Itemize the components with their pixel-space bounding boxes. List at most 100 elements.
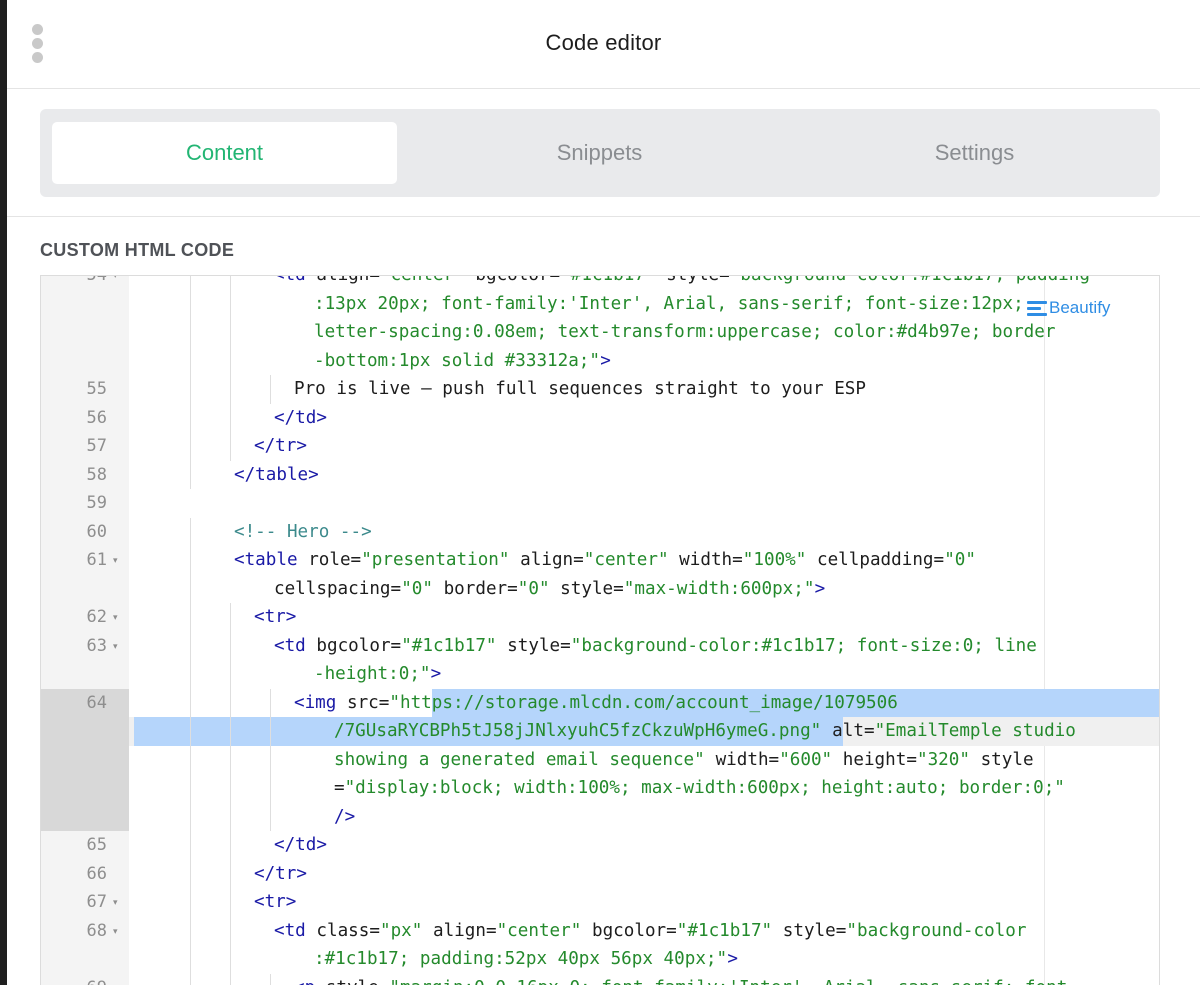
indent-guide — [190, 859, 191, 888]
beautify-button[interactable]: Beautify — [1027, 298, 1110, 318]
code-line: 67 ▾ <tr> — [41, 888, 1159, 917]
code-token: "display:block; width:100%; max-width:60… — [344, 778, 1065, 798]
code-token: </td> — [274, 835, 327, 855]
indent-guide — [190, 432, 191, 461]
code-line: -bottom:1px solid #33312a;" > — [41, 346, 1159, 375]
code-token: > — [727, 949, 738, 969]
indent-guide — [230, 660, 231, 689]
fold-arrow-icon[interactable]: ▾ — [113, 632, 118, 661]
tab-settings[interactable]: Settings — [802, 122, 1147, 184]
code-token: :#1c1b17; padding:52px 40px 56px 40px;" — [314, 949, 728, 969]
indent-guide — [270, 717, 271, 746]
indent-guide — [190, 945, 191, 974]
code-token: "margin:0 0 16px 0; font-family:'Inter',… — [389, 974, 1078, 985]
indent-guide — [190, 318, 191, 347]
code-line: /7GUsaRYCBPh5tJ58jJNlxyuhC5fzCkzuWpH6yme… — [41, 717, 1159, 746]
indent-guide — [230, 831, 231, 860]
tab-content[interactable]: Content — [52, 122, 397, 184]
line-number: 65 — [86, 835, 107, 855]
indent-guide — [190, 916, 191, 945]
code-token: -bottom:1px solid #33312a;" — [314, 350, 600, 371]
code-token: "https://storage.mlcdn.com/account_image… — [389, 692, 898, 713]
code-token: /7GUsaRYCBPh5tJ58jJNlxyuhC5fzCkzuWpH6yme… — [334, 721, 822, 741]
code-line: 56 </td> — [41, 403, 1159, 432]
indent-guide — [190, 888, 191, 917]
tab-bar: Content Snippets Settings — [40, 109, 1160, 197]
section-label: CUSTOM HTML CODE — [40, 240, 235, 260]
code-line: showing a generated email sequence" widt… — [41, 745, 1159, 774]
code-line: 64 <img src= "https://storage.mlcdn.com/ac… — [41, 688, 1159, 717]
code-token: "100%" — [742, 550, 807, 570]
indent-guide — [190, 546, 191, 575]
code-token: "#1c1b17" — [401, 635, 497, 656]
divider — [7, 216, 1200, 217]
code-token: > — [430, 664, 442, 684]
line-number: 60 — [86, 521, 107, 542]
code-line: -height:0;" > — [41, 660, 1159, 689]
indent-guide — [230, 289, 231, 318]
code-line: 59 — [41, 489, 1159, 518]
line-number: 57 — [86, 436, 107, 456]
indent-guide — [190, 631, 191, 660]
indent-guide — [230, 603, 231, 632]
indent-guide — [190, 774, 191, 803]
indent-guide — [270, 774, 271, 803]
code-line: :#1c1b17; padding:52px 40px 56px 40px;" > — [41, 945, 1159, 974]
indent-guide — [230, 432, 231, 461]
indent-guide — [190, 346, 191, 375]
fold-arrow-icon[interactable]: ▾ — [113, 603, 118, 632]
code-token: </tr> — [254, 436, 307, 456]
code-token: cellpadding= — [806, 550, 945, 570]
code-token: align= — [316, 275, 380, 285]
code-token: "background-color:#1c1b17; padding — [729, 275, 1090, 285]
code-token: "EmailTemple studio — [874, 721, 1076, 741]
code-token: <table — [234, 550, 309, 570]
code-token: style= — [655, 275, 730, 285]
code-token: bgcolor= — [464, 275, 561, 285]
code-token: /> — [334, 806, 356, 827]
indent-guide — [230, 745, 231, 774]
code-token: style — [970, 749, 1034, 770]
indent-guide — [230, 888, 231, 917]
code-token: letter-spacing:0.08em; text-transform:up… — [314, 322, 1056, 342]
indent-guide — [270, 375, 271, 404]
indent-guide — [230, 346, 231, 375]
code-token: "320" — [917, 749, 970, 770]
indent-guide — [190, 688, 191, 717]
code-token: align= — [509, 550, 584, 570]
fold-arrow-icon[interactable]: ▾ — [113, 917, 118, 946]
indent-guide — [190, 660, 191, 689]
code-line: 54 ▾ <td align= "center" bgcolor= "#1c1b17" … — [41, 275, 1159, 290]
indent-guide — [270, 688, 271, 717]
code-token: "0" — [944, 550, 976, 570]
code-token: "#1c1b17" — [676, 920, 773, 941]
code-token: Pro is live – push full sequences straig… — [294, 379, 866, 399]
code-token: <tr> — [254, 892, 297, 912]
fold-arrow-icon[interactable]: ▾ — [113, 276, 118, 290]
tab-snippets[interactable]: Snippets — [427, 122, 772, 184]
fold-arrow-icon[interactable]: ▾ — [113, 546, 118, 575]
code-token: width= — [705, 749, 780, 770]
window-edge — [0, 0, 7, 985]
code-token: bgcolor= — [316, 635, 402, 656]
code-token: <td — [274, 635, 317, 656]
code-token: "px" — [380, 920, 423, 941]
code-token: class= — [316, 920, 380, 941]
indent-guide — [190, 403, 191, 432]
line-number: 61 — [86, 550, 107, 570]
code-token: "max-width:600px;" — [623, 578, 815, 599]
code-token: border= — [433, 578, 518, 599]
code-token: > — [814, 578, 826, 599]
code-editor[interactable]: 54 ▾ <td align= "center" bgcolor= "#1c1b17" … — [40, 275, 1160, 985]
line-number: 67 — [86, 892, 107, 912]
code-token: <tr> — [254, 607, 297, 627]
indent-guide — [190, 289, 191, 318]
fold-arrow-icon[interactable]: ▾ — [113, 888, 118, 917]
code-token: "presentation" — [361, 550, 510, 570]
code-token: = — [334, 778, 345, 798]
code-line: :13px 20px; font-family:'Inter', Arial, … — [41, 289, 1159, 318]
indent-guide — [230, 973, 231, 985]
code-token: alt= — [821, 721, 875, 741]
code-token: "0" — [517, 578, 550, 599]
code-token: width= — [668, 550, 743, 570]
